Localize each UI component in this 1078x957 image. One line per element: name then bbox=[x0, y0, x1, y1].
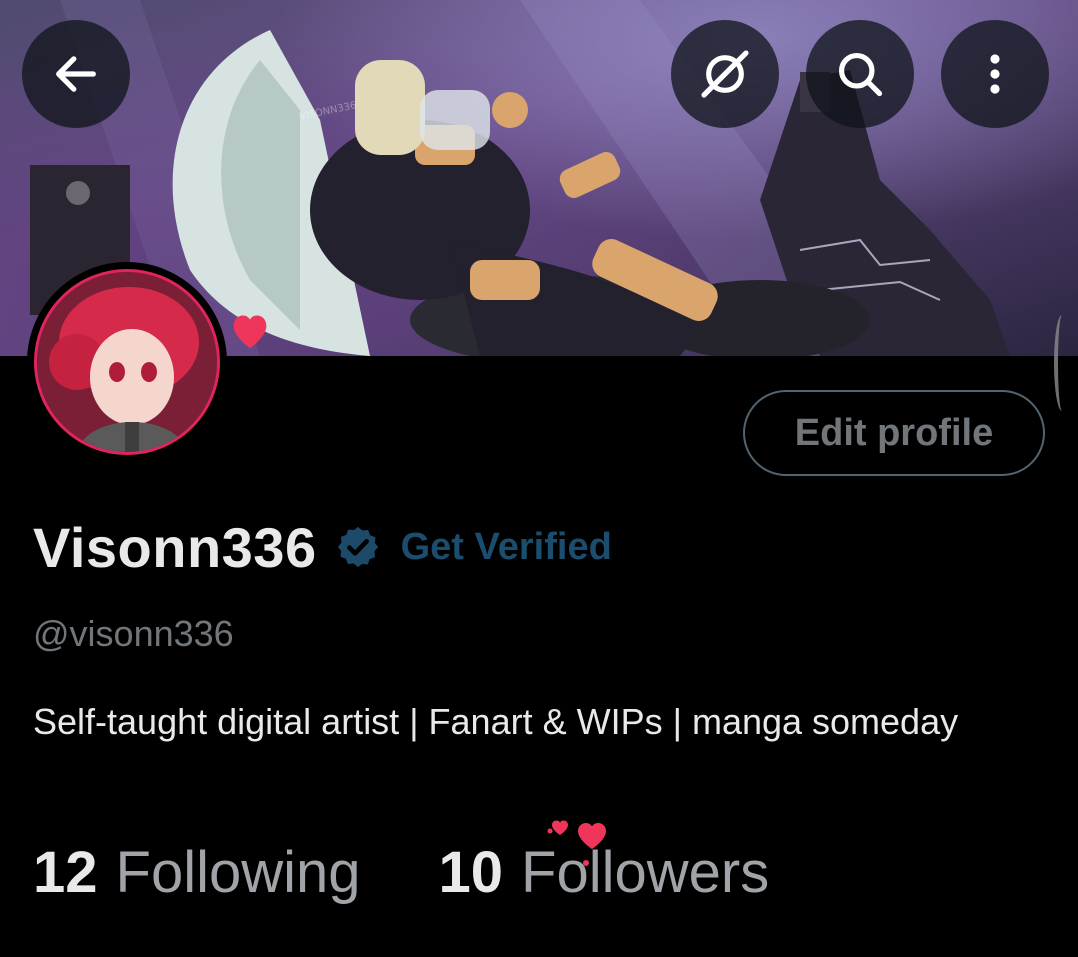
hide-content-button[interactable] bbox=[671, 20, 779, 128]
following-stat[interactable]: 12 Following bbox=[33, 839, 361, 906]
avatar[interactable] bbox=[27, 262, 227, 462]
scroll-indicator bbox=[1054, 315, 1070, 411]
following-label: Following bbox=[115, 839, 361, 905]
arrow-left-icon bbox=[56, 56, 96, 92]
get-verified-link[interactable]: Get Verified bbox=[401, 526, 612, 569]
search-icon bbox=[838, 52, 883, 97]
more-vertical-icon bbox=[990, 54, 1000, 94]
eye-slash-icon bbox=[701, 50, 749, 98]
more-options-button[interactable] bbox=[941, 20, 1049, 128]
profile-name-row: Visonn336 Get Verified bbox=[33, 512, 612, 582]
following-count: 12 bbox=[33, 839, 98, 905]
edit-profile-button[interactable]: Edit profile bbox=[743, 390, 1045, 476]
profile-stats: 12 Following 10 Followers bbox=[33, 832, 769, 912]
back-button[interactable] bbox=[22, 20, 130, 128]
search-button[interactable] bbox=[806, 20, 914, 128]
profile-handle: @visonn336 bbox=[33, 613, 234, 654]
hearts-decoration-icon bbox=[547, 820, 606, 866]
display-name: Visonn336 bbox=[33, 515, 317, 579]
profile-bio: Self-taught digital artist | Fanart & WI… bbox=[33, 701, 959, 742]
avatar-image bbox=[34, 269, 220, 455]
heart-icon bbox=[233, 315, 267, 349]
verified-badge-icon[interactable] bbox=[335, 524, 381, 570]
followers-count: 10 bbox=[438, 839, 504, 905]
